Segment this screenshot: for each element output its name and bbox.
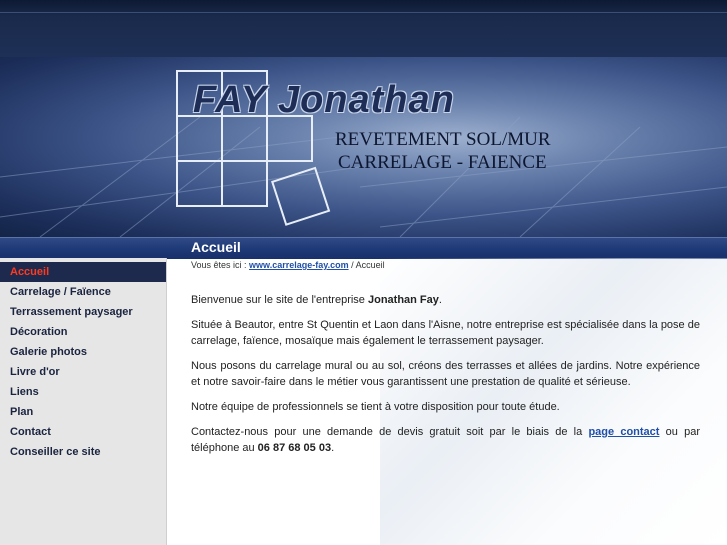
nav-item-plan[interactable]: Plan	[0, 402, 166, 422]
top-bar	[0, 0, 727, 57]
tagline-line-2: CARRELAGE - FAIENCE	[338, 152, 547, 173]
tagline-line-1: REVETEMENT SOL/MUR	[335, 129, 551, 150]
intro-paragraph: Bienvenue sur le site de l'entreprise Jo…	[191, 292, 700, 308]
nav-item-galerie[interactable]: Galerie photos	[0, 342, 166, 362]
breadcrumb-prefix: Vous êtes ici :	[191, 260, 247, 270]
nav-item-conseiller[interactable]: Conseiller ce site	[0, 442, 166, 462]
nav-item-accueil[interactable]: Accueil	[0, 262, 166, 282]
contact-text: Contactez-nous pour une demande de devis…	[191, 426, 589, 438]
services-paragraph: Nous posons du carrelage mural ou au sol…	[191, 360, 700, 388]
company-name: Jonathan Fay	[367, 294, 439, 306]
nav-item-terrassement[interactable]: Terrassement paysager	[0, 302, 166, 322]
sidebar-nav: Accueil Carrelage / Faïence Terrassement…	[0, 258, 167, 545]
title-bar	[0, 237, 727, 259]
nav-item-contact[interactable]: Contact	[0, 422, 166, 442]
phone-number: 06 87 68 05 03	[257, 442, 332, 454]
nav-item-decoration[interactable]: Décoration	[0, 322, 166, 342]
location-paragraph: Située à Beautor, entre St Quentin et La…	[191, 319, 700, 347]
contact-end: .	[331, 442, 335, 454]
logo-title: FAY Jonathan	[193, 79, 455, 121]
nav-item-liens[interactable]: Liens	[0, 382, 166, 402]
contact-paragraph: Contactez-nous pour une demande de devis…	[191, 424, 700, 456]
nav-item-carrelage[interactable]: Carrelage / Faïence	[0, 282, 166, 302]
main-content: Bienvenue sur le site de l'entreprise Jo…	[191, 292, 700, 465]
intro-end: .	[438, 294, 442, 306]
nav-item-livre-dor[interactable]: Livre d'or	[0, 362, 166, 382]
breadcrumb-separator: /	[351, 260, 354, 270]
header-banner: FAY Jonathan REVETEMENT SOL/MUR CARRELAG…	[0, 57, 727, 237]
breadcrumb-home-link[interactable]: www.carrelage-fay.com	[249, 260, 349, 270]
page-title: Accueil	[191, 239, 241, 255]
intro-text: Bienvenue sur le site de l'entreprise	[191, 294, 368, 306]
contact-page-link[interactable]: page contact	[588, 426, 659, 438]
team-paragraph: Notre équipe de professionnels se tient …	[191, 401, 560, 413]
breadcrumb: Vous êtes ici : www.carrelage-fay.com / …	[191, 260, 385, 270]
